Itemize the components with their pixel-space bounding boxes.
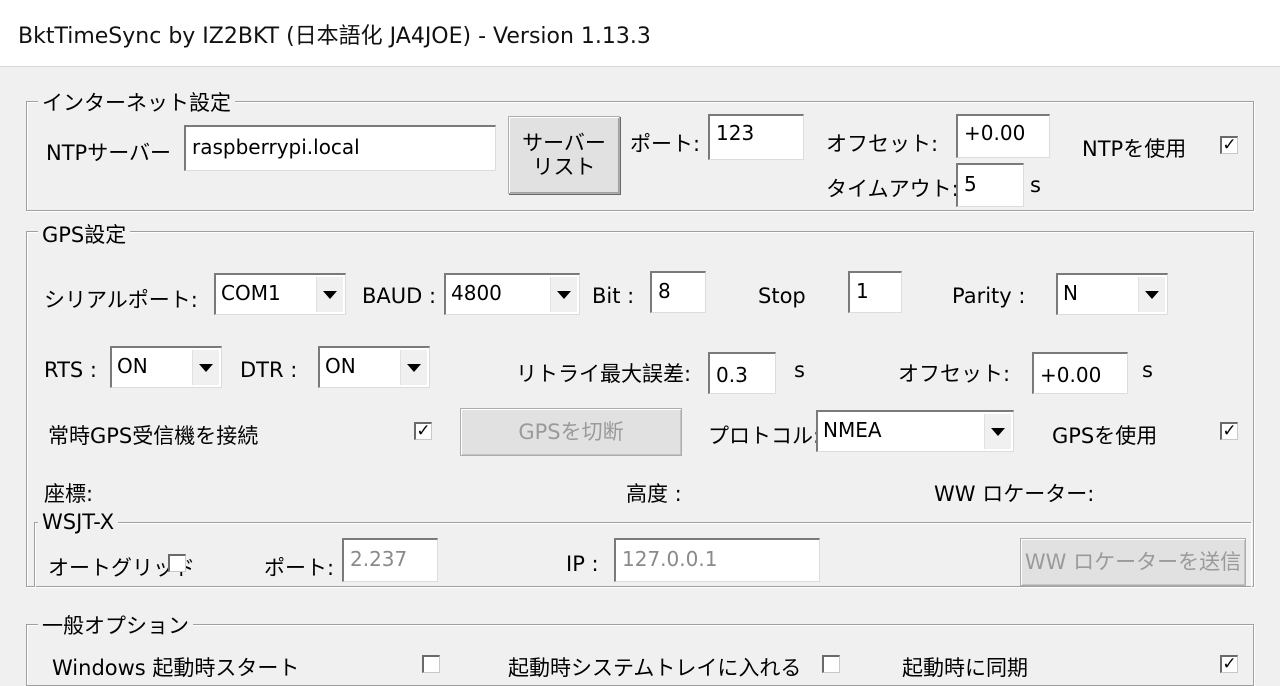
wsjtx-port-input[interactable]: 2.237 bbox=[342, 538, 438, 582]
baud-select[interactable]: 4800 bbox=[444, 273, 580, 315]
chevron-down-icon bbox=[1138, 277, 1165, 312]
gps-offset-input[interactable]: +0.00 bbox=[1032, 352, 1128, 394]
serial-port-value: COM1 bbox=[221, 281, 281, 305]
ntp-server-label: NTPサーバー bbox=[46, 141, 171, 165]
wsjtx-port-label: ポート: bbox=[264, 556, 335, 580]
chevron-down-icon bbox=[984, 414, 1011, 449]
serial-port-label: シリアルポート: bbox=[44, 288, 198, 312]
gps-offset-unit: s bbox=[1142, 358, 1153, 382]
server-list-button[interactable]: サーバー リスト bbox=[508, 116, 620, 194]
general-options-legend: 一般オプション bbox=[38, 610, 193, 640]
gps-settings-legend: GPS設定 bbox=[38, 219, 131, 249]
chevron-down-icon bbox=[192, 350, 219, 385]
stop-label: Stop bbox=[758, 284, 806, 308]
rts-label: RTS : bbox=[44, 358, 97, 382]
ntp-port-label: ポート: bbox=[630, 132, 701, 156]
parity-label: Parity : bbox=[952, 284, 1026, 308]
timeout-unit: s bbox=[1030, 173, 1041, 197]
bit-label: Bit : bbox=[592, 284, 635, 308]
always-connect-checkbox[interactable]: ✓ bbox=[414, 422, 432, 440]
use-ntp-checkbox[interactable]: ✓ bbox=[1220, 136, 1238, 154]
protocol-value: NMEA bbox=[823, 418, 882, 442]
use-gps-checkbox[interactable]: ✓ bbox=[1220, 422, 1238, 440]
gps-disconnect-button[interactable]: GPSを切断 bbox=[460, 408, 682, 456]
protocol-label: プロトコル: bbox=[708, 424, 821, 448]
wsjtx-legend: WSJT-X bbox=[38, 510, 119, 534]
start-in-tray-label: 起動時システムトレイに入れる bbox=[508, 656, 802, 680]
rts-select[interactable]: ON bbox=[110, 346, 222, 388]
internet-settings-legend: インターネット設定 bbox=[38, 87, 235, 117]
dtr-value: ON bbox=[325, 354, 356, 378]
rts-value: ON bbox=[117, 354, 148, 378]
chevron-down-icon bbox=[550, 277, 577, 312]
chevron-down-icon bbox=[316, 277, 343, 312]
altitude-label: 高度 : bbox=[626, 482, 682, 506]
stop-input[interactable]: 1 bbox=[848, 271, 902, 313]
retry-max-error-label: リトライ最大誤差: bbox=[516, 362, 692, 386]
baud-label: BAUD : bbox=[362, 284, 437, 308]
gps-offset-label: オフセット: bbox=[898, 362, 1011, 386]
retry-unit: s bbox=[794, 358, 805, 382]
autogrid-checkbox[interactable] bbox=[168, 554, 186, 572]
wsjtx-ip-input[interactable]: 127.0.0.1 bbox=[614, 538, 820, 582]
start-in-tray-checkbox[interactable] bbox=[822, 655, 840, 673]
use-ntp-label: NTPを使用 bbox=[1082, 137, 1187, 161]
windows-start-label: Windows 起動時スタート bbox=[52, 656, 300, 680]
bit-input[interactable]: 8 bbox=[650, 271, 706, 313]
sync-on-start-label: 起動時に同期 bbox=[902, 656, 1028, 680]
ww-locator-label: WW ロケーター: bbox=[934, 482, 1095, 506]
ntp-offset-input[interactable]: +0.00 bbox=[956, 114, 1050, 158]
windows-start-checkbox[interactable] bbox=[422, 655, 440, 673]
title-bar: BktTimeSync by IZ2BKT (日本語化 JA4JOE) - Ve… bbox=[0, 0, 1280, 67]
dtr-select[interactable]: ON bbox=[318, 346, 430, 388]
retry-max-error-input[interactable]: 0.3 bbox=[708, 352, 776, 394]
ntp-server-input[interactable]: raspberrypi.local bbox=[184, 125, 496, 171]
send-locator-button[interactable]: WW ロケーターを送信 bbox=[1020, 538, 1246, 586]
server-list-button-line2: リスト bbox=[532, 155, 596, 179]
serial-port-select[interactable]: COM1 bbox=[214, 273, 346, 315]
always-connect-label: 常時GPS受信機を接続 bbox=[48, 424, 259, 448]
timeout-input[interactable]: 5 bbox=[956, 163, 1024, 207]
chevron-down-icon bbox=[400, 350, 427, 385]
parity-value: N bbox=[1063, 281, 1078, 305]
wsjtx-ip-label: IP : bbox=[566, 552, 599, 576]
coordinates-label: 座標: bbox=[44, 482, 94, 506]
timeout-label: タイムアウト: bbox=[826, 177, 959, 201]
ntp-offset-label: オフセット: bbox=[826, 132, 939, 156]
parity-select[interactable]: N bbox=[1056, 273, 1168, 315]
server-list-button-line1: サーバー bbox=[522, 130, 606, 155]
baud-value: 4800 bbox=[451, 281, 502, 305]
window-title: BktTimeSync by IZ2BKT (日本語化 JA4JOE) - Ve… bbox=[18, 24, 651, 49]
use-gps-label: GPSを使用 bbox=[1052, 424, 1158, 448]
sync-on-start-checkbox[interactable]: ✓ bbox=[1220, 655, 1238, 673]
protocol-select[interactable]: NMEA bbox=[816, 410, 1014, 452]
ntp-port-input[interactable]: 123 bbox=[708, 114, 804, 160]
dtr-label: DTR : bbox=[240, 358, 298, 382]
